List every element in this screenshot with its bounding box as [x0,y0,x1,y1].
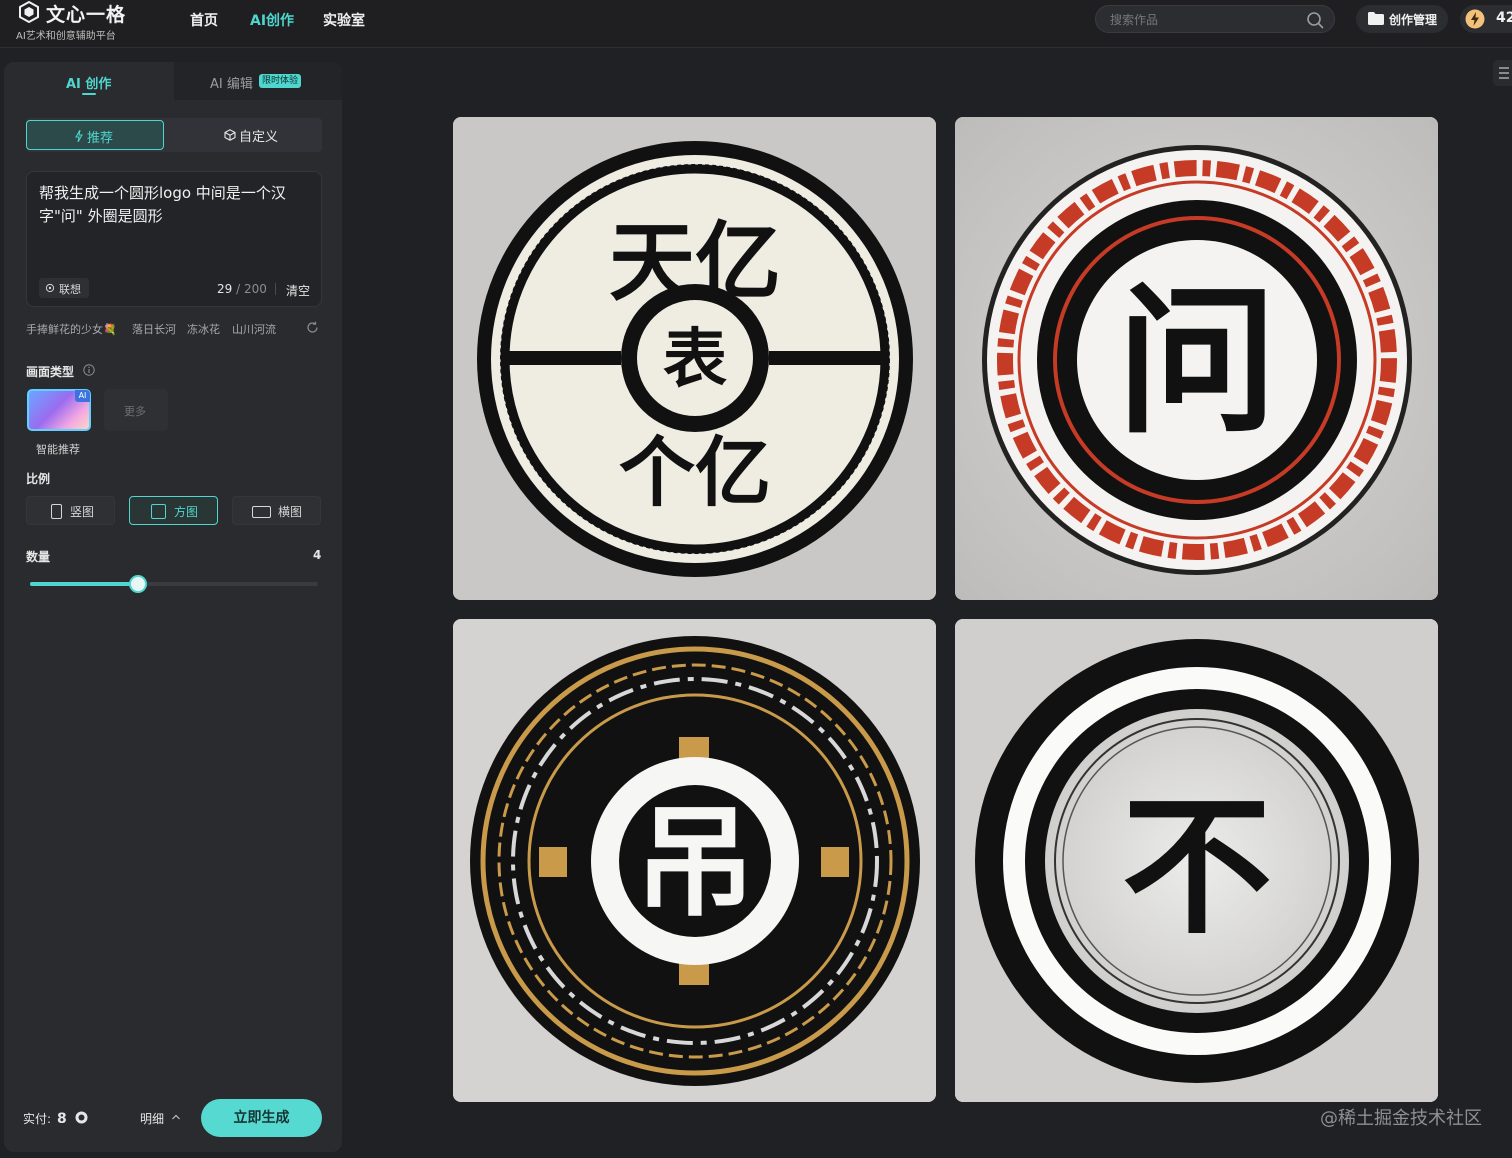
slider-handle[interactable] [129,575,147,593]
top-bar: 文心一格 AI艺术和创意辅助平台 首页 AI创作 实验室 搜索作品 创作管理 4… [0,0,1512,48]
ai-badge: AI [75,390,90,402]
detail-button[interactable]: 明细 [140,1110,164,1127]
result-image-4[interactable]: 不 [955,619,1438,1102]
logo-glyph: 表 [663,322,727,397]
tab-create-label[interactable]: AI 创作 [66,73,111,92]
mode-recommend-button[interactable]: 推荐 [26,120,164,150]
picture-type-more[interactable]: 更多 [104,389,168,431]
ratio-square-label: 方图 [174,505,199,519]
nav-lab[interactable]: 实验室 [323,10,365,30]
list-toggle-icon[interactable] [1493,60,1512,86]
limited-time-badge: 限时体验 [259,74,302,88]
mode-switch: 推荐 自定义 [26,118,322,152]
slider-fill [30,582,138,586]
lightning-icon [75,130,83,142]
sparkle-icon [45,283,55,293]
square-icon [151,504,166,519]
ratio-landscape-label: 横图 [278,505,303,519]
more-label: 更多 [124,405,146,418]
quantity-label: 数量 [26,550,51,564]
cube-icon [224,129,236,141]
chevron-up-icon[interactable] [171,1113,181,1121]
payment-value: 8 [57,1111,67,1127]
clear-button[interactable]: 清空 [286,282,310,299]
smart-recommend-caption: 智能推荐 [36,443,80,456]
creation-manage-button[interactable]: 创作管理 [1356,5,1448,33]
creation-manage-label: 创作管理 [1389,13,1438,27]
generate-button[interactable]: 立即生成 [201,1099,322,1137]
result-image-1[interactable]: 表 天亿 个亿 [453,117,936,600]
quantity-value: 4 [313,548,322,562]
app-logo[interactable]: 文心一格 AI艺术和创意辅助平台 [16,0,166,46]
ratio-portrait-button[interactable]: 竖图 [26,496,115,525]
logo-glyph: 个亿 [619,428,771,517]
list-icon [1499,67,1509,79]
search-placeholder: 搜索作品 [1110,13,1159,27]
points-value: 42 [1496,10,1512,26]
lightning-icon [1465,9,1485,29]
nav-home[interactable]: 首页 [190,10,218,30]
refresh-icon[interactable] [306,321,319,334]
ratio-portrait-label: 竖图 [70,505,95,519]
tab-active-indicator [82,93,96,95]
char-count-separator: / [236,282,244,296]
creation-panel: AI 创作 AI 编辑 限时体验 推荐 自定义 帮我生成一个圆形logo 中间是… [4,62,342,1152]
search-icon[interactable] [1306,11,1324,29]
divider [275,283,276,295]
payment-label: 实付: [23,1112,52,1126]
char-count-max: 200 [243,282,267,296]
prompt-input[interactable]: 帮我生成一个圆形logo 中间是一个汉字"问" 外圈是圆形 联想 29 / 20… [26,171,322,307]
circular-logo-3: 吊 [453,619,936,1102]
info-icon[interactable] [83,364,95,376]
ratio-landscape-button[interactable]: 横图 [232,496,321,525]
suggestion-chip[interactable]: 落日长河 [132,321,176,337]
circular-logo-4: 不 [955,619,1438,1102]
portrait-icon [51,504,62,519]
mode-recommend-label: 推荐 [87,131,114,146]
watermark: @稀土掘金技术社区 [1320,1108,1482,1129]
logo-glyph: 不 [1122,779,1272,955]
coin-icon [75,1111,88,1124]
suggestion-chip[interactable]: 山川河流 [232,321,276,337]
mode-custom-label: 自定义 [239,130,279,145]
logo-hexagon-icon [19,1,39,23]
associate-label: 联想 [59,283,81,296]
suggestion-chip[interactable]: 手捧鲜花的少女💐 [26,321,117,337]
circular-logo-1: 表 天亿 个亿 [453,117,936,600]
logo-glyph: 天亿 [609,212,781,313]
tab-edit[interactable] [174,62,342,100]
ratio-square-button[interactable]: 方图 [129,496,218,525]
logo-glyph: 吊 [635,794,755,933]
landscape-icon [252,506,271,518]
folder-icon [1368,12,1384,25]
associate-button[interactable]: 联想 [39,278,89,298]
quantity-slider[interactable] [30,575,318,593]
picture-type-label: 画面类型 [26,365,75,379]
circular-logo-2: 问 [955,117,1438,600]
result-image-3[interactable]: 吊 [453,619,936,1102]
app-title: 文心一格 [46,4,127,26]
prompt-text[interactable]: 帮我生成一个圆形logo 中间是一个汉字"问" 外圈是圆形 [39,182,311,228]
result-image-2[interactable]: 问 [955,117,1438,600]
points-balance[interactable]: 42 [1460,5,1512,33]
nav-ai-create[interactable]: AI创作 [250,10,294,30]
payment-summary: 实付: 8 [23,1110,67,1127]
logo-glyph: 问 [1117,267,1277,455]
char-count: 29 / 200 [217,282,267,296]
picture-type-smart[interactable]: AI [27,389,91,431]
ratio-label: 比例 [26,472,51,486]
tab-edit-label[interactable]: AI 编辑 [210,73,253,92]
mode-custom-button[interactable]: 自定义 [176,120,316,150]
app-subtitle: AI艺术和创意辅助平台 [16,31,116,42]
suggestion-chip[interactable]: 冻冰花 [187,321,220,337]
search-input[interactable]: 搜索作品 [1095,5,1335,33]
char-count-current: 29 [217,282,233,296]
